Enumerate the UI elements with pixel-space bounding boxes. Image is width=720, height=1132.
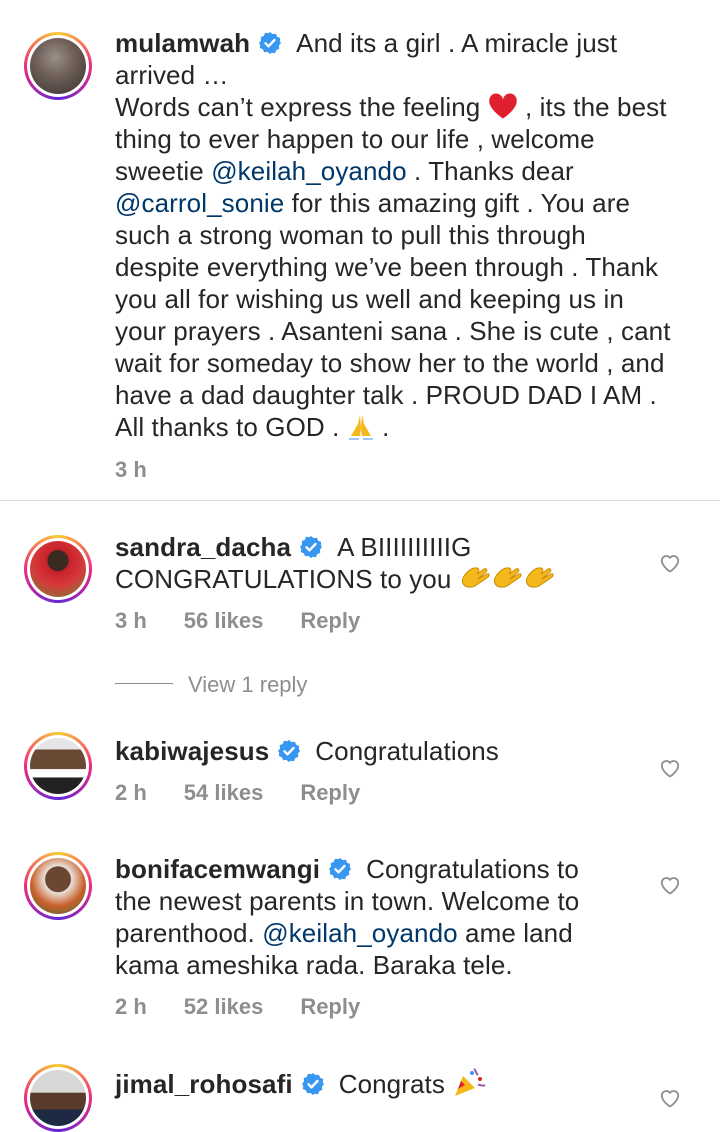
avatar[interactable] bbox=[24, 852, 92, 920]
comment-time: 3 h bbox=[115, 608, 147, 633]
comment-time: 2 h bbox=[115, 994, 147, 1019]
clapping-hands-emoji bbox=[523, 564, 555, 592]
clapping-hands-emoji bbox=[491, 564, 523, 592]
comment-meta: 3 h 56 likes Reply bbox=[115, 608, 397, 634]
praying-hands-emoji bbox=[348, 415, 373, 440]
reply-button[interactable]: Reply bbox=[300, 780, 360, 805]
likes-count[interactable]: 56 likes bbox=[184, 608, 264, 633]
verified-badge-icon bbox=[299, 535, 323, 559]
comment-time: 3 h bbox=[115, 457, 147, 482]
comment-time: 2 h bbox=[115, 780, 147, 805]
heart-outline-icon[interactable] bbox=[658, 1086, 682, 1110]
clapping-hands-emoji bbox=[459, 564, 491, 592]
avatar[interactable] bbox=[24, 32, 92, 100]
heart-outline-icon[interactable] bbox=[658, 873, 682, 897]
username[interactable]: sandra_dacha bbox=[115, 532, 291, 562]
heart-outline-icon[interactable] bbox=[658, 756, 682, 780]
username[interactable]: kabiwajesus bbox=[115, 736, 269, 766]
divider bbox=[0, 500, 720, 501]
red-heart-emoji bbox=[488, 93, 517, 119]
username[interactable]: jimal_rohosafi bbox=[115, 1069, 293, 1099]
verified-badge-icon bbox=[301, 1072, 325, 1096]
username[interactable]: bonifacemwangi bbox=[115, 854, 320, 884]
comment-text: jimal_rohosafi Congrats bbox=[115, 1067, 675, 1100]
comment-meta: 2 h 54 likes Reply bbox=[115, 780, 397, 806]
comment-text: kabiwajesus Congratulations bbox=[115, 736, 499, 766]
reply-button[interactable]: Reply bbox=[300, 994, 360, 1019]
likes-count[interactable]: 54 likes bbox=[184, 780, 264, 805]
comment-text: bonifacemwangi Congratulations to the new… bbox=[115, 854, 580, 980]
mention-link[interactable]: @carrol_sonie bbox=[115, 188, 284, 218]
comment-meta: 2 h 52 likes Reply bbox=[115, 994, 397, 1020]
party-popper-emoji bbox=[455, 1068, 486, 1096]
mention-link[interactable]: @keilah_oyando bbox=[211, 156, 407, 186]
divider bbox=[115, 683, 173, 684]
avatar[interactable] bbox=[24, 732, 92, 800]
comment-meta: 3 h bbox=[115, 457, 184, 483]
verified-badge-icon bbox=[258, 31, 282, 55]
verified-badge-icon bbox=[328, 857, 352, 881]
heart-outline-icon[interactable] bbox=[658, 551, 682, 575]
comment-text: sandra_dacha A BIIIIIIIIIIG CONGRATULATIO… bbox=[115, 531, 655, 595]
avatar[interactable] bbox=[24, 1064, 92, 1132]
mention-link[interactable]: @keilah_oyando bbox=[262, 918, 458, 948]
username[interactable]: mulamwah bbox=[115, 28, 250, 58]
likes-count[interactable]: 52 likes bbox=[184, 994, 264, 1019]
verified-badge-icon bbox=[277, 739, 301, 763]
avatar[interactable] bbox=[24, 535, 92, 603]
reply-button[interactable]: Reply bbox=[300, 608, 360, 633]
view-replies-label: View 1 reply bbox=[188, 672, 308, 697]
comment-text: mulamwah And its a girl . A miracle just … bbox=[115, 28, 671, 442]
